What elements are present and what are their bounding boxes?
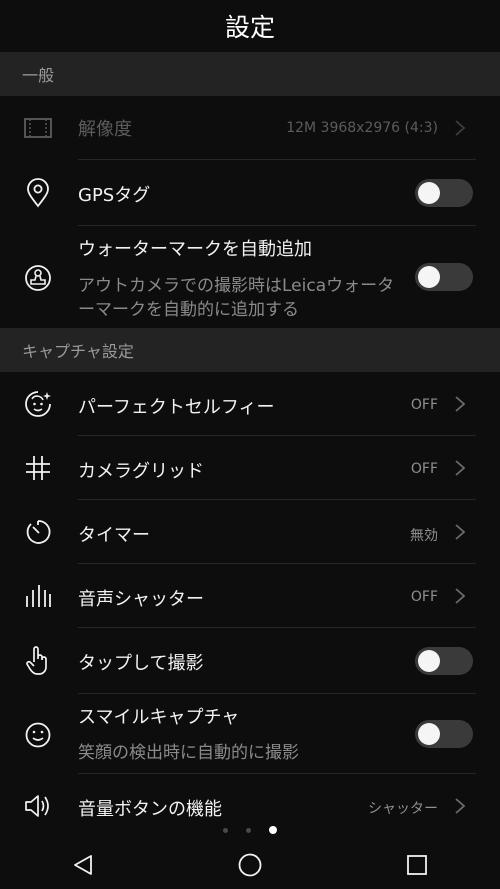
setting-perfect-selfie-value: OFF	[410, 397, 438, 413]
setting-smile-capture[interactable]: スマイルキャプチャ 笑顔の検出時に自動的に撮影	[0, 694, 500, 774]
timer-icon	[22, 516, 54, 548]
speaker-icon	[22, 790, 54, 822]
audio-bars-icon	[22, 580, 54, 612]
setting-smile-capture-label: スマイルキャプチャ	[78, 707, 240, 728]
setting-camera-grid[interactable]: カメラグリッド OFF	[0, 436, 500, 500]
chevron-right-icon	[455, 396, 466, 412]
tap-capture-toggle[interactable]	[415, 647, 473, 675]
setting-audio-shutter-label: 音声シャッター	[78, 589, 204, 610]
setting-timer-label: タイマー	[78, 525, 150, 546]
watermark-toggle[interactable]	[415, 263, 473, 291]
setting-watermark[interactable]: ウォーターマークを自動追加 アウトカメラでの撮影時はLeicaウォーターマークを…	[0, 226, 500, 328]
page-title-text: 設定	[224, 13, 275, 42]
chevron-right-icon	[455, 120, 466, 136]
page-dot	[223, 827, 228, 833]
chevron-right-icon	[455, 588, 466, 604]
chevron-right-icon	[455, 524, 466, 540]
smile-capture-toggle[interactable]	[415, 720, 473, 748]
stamp-icon	[22, 262, 54, 294]
grid-icon	[22, 452, 54, 484]
page-dot	[246, 827, 251, 833]
setting-resolution-label: 解像度	[78, 119, 132, 140]
setting-volume-button-value: シャッター	[368, 801, 438, 817]
nav-home-button[interactable]	[220, 845, 280, 885]
page-dot-active	[269, 826, 277, 834]
setting-resolution[interactable]: 解像度 12M 3968x2976 (4:3)	[0, 96, 500, 160]
setting-tap-capture-label: タップして撮影	[78, 653, 204, 674]
recents-square-icon	[406, 854, 427, 875]
smile-icon	[22, 719, 54, 751]
setting-perfect-selfie[interactable]: パーフェクトセルフィー OFF	[0, 372, 500, 436]
gps-tag-toggle[interactable]	[415, 179, 473, 207]
resolution-frame-icon	[22, 112, 54, 144]
chevron-right-icon	[455, 460, 466, 476]
setting-volume-button-label: 音量ボタンの機能	[78, 799, 222, 820]
setting-audio-shutter[interactable]: 音声シャッター OFF	[0, 564, 500, 628]
section-header-general-label: 一般	[22, 66, 55, 85]
page-title: 設定	[0, 0, 500, 52]
tap-hand-icon	[22, 644, 54, 676]
home-circle-icon	[238, 853, 262, 876]
setting-resolution-value: 12M 3968x2976 (4:3)	[286, 120, 438, 136]
setting-watermark-label: ウォーターマークを自動追加	[78, 239, 312, 260]
nav-back-button[interactable]	[53, 845, 113, 885]
setting-camera-grid-label: カメラグリッド	[78, 461, 204, 482]
setting-audio-shutter-value: OFF	[410, 589, 438, 605]
setting-watermark-description: アウトカメラでの撮影時はLeicaウォーターマークを自動的に追加する	[78, 276, 395, 320]
section-header-capture: キャプチャ設定	[0, 328, 500, 372]
setting-camera-grid-value: OFF	[410, 461, 438, 477]
setting-gps-tag[interactable]: GPSタグ	[0, 160, 500, 226]
system-nav-bar	[0, 840, 500, 889]
selfie-face-icon	[22, 388, 54, 420]
setting-perfect-selfie-label: パーフェクトセルフィー	[78, 397, 275, 418]
setting-timer[interactable]: タイマー 無効	[0, 500, 500, 564]
section-header-capture-label: キャプチャ設定	[22, 342, 134, 361]
section-header-general: 一般	[0, 52, 500, 96]
setting-gps-tag-label: GPSタグ	[78, 185, 151, 206]
nav-recents-button[interactable]	[387, 845, 447, 885]
setting-timer-value: 無効	[410, 528, 438, 544]
setting-tap-capture[interactable]: タップして撮影	[0, 628, 500, 694]
back-triangle-icon	[74, 854, 93, 875]
setting-smile-capture-description: 笑顔の検出時に自動的に撮影	[78, 743, 299, 763]
chevron-right-icon	[455, 798, 466, 814]
location-pin-icon	[22, 177, 54, 209]
page-indicator	[0, 824, 500, 836]
